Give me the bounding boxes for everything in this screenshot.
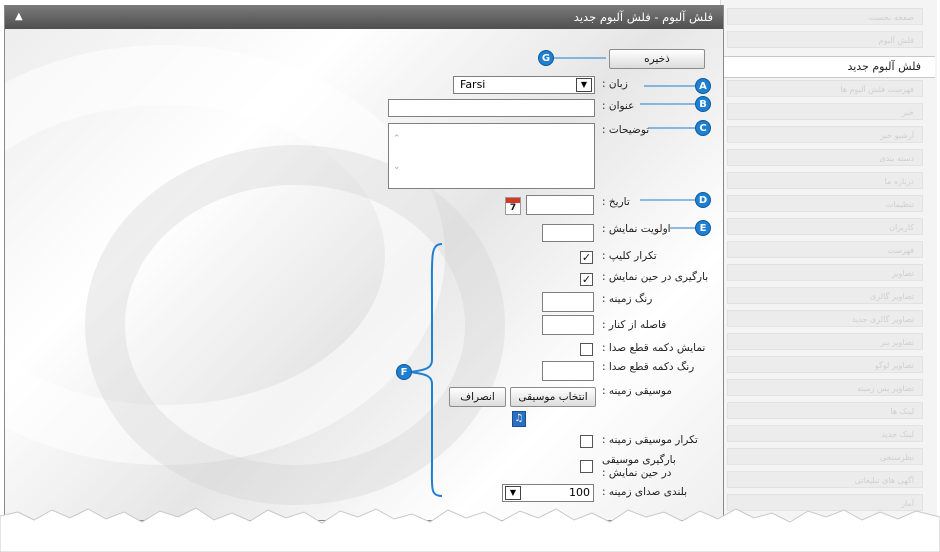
callout-overlay	[409, 57, 696, 497]
screenshot-stage: صفحه نخست فلش آلبوم فلش آلبوم جدید فهرست فل…	[0, 0, 940, 552]
callout-f-badge: F	[396, 364, 412, 380]
torn-paper-edge	[0, 507, 940, 552]
callout-c-badge: C	[695, 120, 711, 136]
callout-e-badge: E	[695, 220, 711, 236]
callout-d-badge: D	[695, 192, 711, 208]
callout-a-badge: A	[695, 78, 711, 94]
callout-b-badge: B	[695, 96, 711, 112]
callout-g-badge: G	[538, 50, 554, 66]
